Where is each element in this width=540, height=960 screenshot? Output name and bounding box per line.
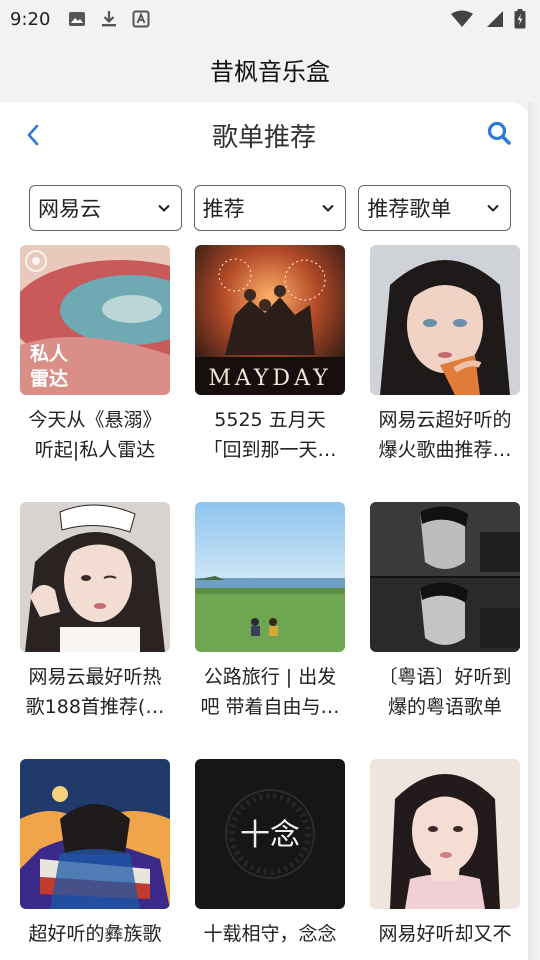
back-button[interactable]	[18, 120, 48, 150]
playlist-card[interactable]: 私人 雷达 今天从《悬溺》 听起|私人雷达	[20, 245, 170, 465]
status-notification-icons	[68, 10, 150, 28]
page-title: 歌单推荐	[211, 122, 316, 153]
playlist-card[interactable]: 网易云最好听热 歌188首推荐(…	[20, 502, 170, 722]
playlist-title-line: 网易云超好听的	[378, 409, 512, 431]
playlist-title-line: 爆的粤语歌单	[387, 696, 502, 718]
playlist-card[interactable]: MAYDAY 5525 五月天 「回到那一天…	[195, 245, 345, 465]
search-icon	[487, 121, 511, 145]
type-select-value: 推荐歌单	[367, 197, 452, 221]
playlist-title: 5525 五月天 「回到那一天…	[190, 405, 350, 465]
search-button[interactable]	[484, 118, 514, 148]
playlist-card[interactable]: 十念 十载相守，念念	[195, 759, 345, 949]
wifi-icon	[451, 10, 473, 27]
chevron-down-icon	[157, 204, 170, 212]
playlist-title-line: 吧 带着自由与…	[200, 696, 340, 718]
playlist-card[interactable]: 网易好听却又不	[370, 759, 520, 949]
signal-icon	[487, 11, 503, 27]
app-title: 昔枫音乐盒	[210, 57, 330, 86]
image-icon	[69, 12, 86, 26]
svg-text:MAYDAY: MAYDAY	[208, 366, 331, 391]
playlist-page: 歌单推荐 网易云 推荐 推荐歌单 私人 雷达 今天从《悬溺》 听起|私人雷达 M…	[0, 102, 528, 960]
source-select[interactable]: 网易云	[29, 185, 182, 231]
status-bar: 9:20	[0, 0, 540, 38]
svg-text:私人: 私人	[30, 343, 69, 365]
svg-text:雷达: 雷达	[30, 367, 68, 390]
playlist-title: 〔粤语〕好听到 爆的粤语歌单	[365, 662, 525, 722]
playlist-title-line: 网易云最好听热	[28, 666, 162, 688]
playlist-cover	[20, 502, 170, 652]
playlist-title: 今天从《悬溺》 听起|私人雷达	[15, 405, 175, 465]
font-icon	[132, 10, 150, 28]
playlist-title-line: 公路旅行 | 出发	[203, 666, 337, 688]
status-system-icons	[450, 9, 526, 29]
status-time: 9:20	[10, 8, 51, 30]
playlist-title-line: 爆火歌曲推荐…	[378, 439, 512, 461]
category-select-value: 推荐	[202, 197, 245, 221]
playlist-title-line: 超好听的彝族歌	[28, 923, 162, 945]
app-title-bar: 昔枫音乐盒	[0, 38, 540, 100]
source-select-value: 网易云	[38, 197, 101, 221]
playlist-card[interactable]: 〔粤语〕好听到 爆的粤语歌单	[370, 502, 520, 722]
playlist-title: 网易云最好听热 歌188首推荐(…	[15, 662, 175, 722]
chevron-down-icon	[322, 204, 335, 212]
playlist-card[interactable]: 网易云超好听的 爆火歌曲推荐…	[370, 245, 520, 465]
page-header: 歌单推荐	[0, 102, 528, 168]
playlist-title: 公路旅行 | 出发 吧 带着自由与…	[190, 662, 350, 722]
playlist-title-line: 今天从《悬溺》	[28, 409, 162, 431]
playlist-cover	[370, 502, 520, 652]
playlist-title: 超好听的彝族歌	[15, 919, 175, 949]
playlist-cover: 私人 雷达	[20, 245, 170, 395]
playlist-cover	[20, 759, 170, 909]
category-select[interactable]: 推荐	[193, 185, 347, 231]
playlist-title-line: 十载相守，念念	[203, 923, 337, 945]
playlist-title: 网易云超好听的 爆火歌曲推荐…	[365, 405, 525, 465]
playlist-title-line: 「回到那一天…	[203, 439, 337, 461]
playlist-title-line: 5525 五月天	[214, 409, 326, 431]
background-edge	[528, 102, 540, 960]
playlist-card[interactable]: 超好听的彝族歌	[20, 759, 170, 949]
playlist-cover	[370, 245, 520, 395]
playlist-title: 十载相守，念念	[190, 919, 350, 949]
chevron-down-icon	[487, 204, 499, 212]
svg-text:十念: 十念	[240, 818, 300, 853]
type-select[interactable]: 推荐歌单	[358, 185, 512, 231]
download-icon	[102, 11, 117, 27]
playlist-title-line: 〔粤语〕好听到	[378, 666, 512, 688]
playlist-title-line: 歌188首推荐(…	[25, 696, 165, 718]
playlist-card[interactable]: 公路旅行 | 出发 吧 带着自由与…	[195, 502, 345, 722]
battery-icon	[514, 9, 526, 29]
playlist-title: 网易好听却又不	[365, 919, 525, 949]
chevron-left-icon	[27, 124, 39, 146]
playlist-cover	[370, 759, 520, 909]
filter-bar: 网易云 推荐 推荐歌单	[29, 185, 512, 231]
playlist-cover: MAYDAY	[195, 245, 345, 395]
playlist-cover: 十念	[195, 759, 345, 909]
playlist-cover	[195, 502, 345, 652]
playlist-title-line: 听起|私人雷达	[34, 439, 156, 461]
playlist-title-line: 网易好听却又不	[378, 923, 512, 945]
